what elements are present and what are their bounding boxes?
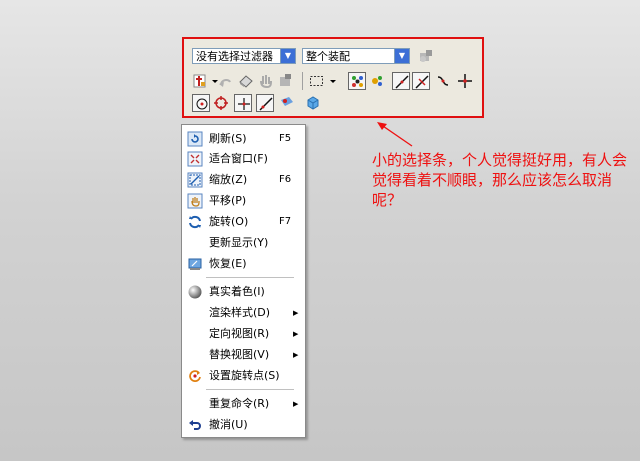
hand-pick-icon[interactable]	[257, 72, 275, 90]
menu-item-pan[interactable]: 平移(P)	[182, 192, 305, 210]
submenu-arrow-icon: ▶	[293, 330, 299, 338]
rotation-point-icon	[187, 368, 203, 384]
menu-item-update-display[interactable]: 更新显示(Y)	[182, 234, 305, 252]
chevron-down-icon[interactable]	[206, 72, 218, 90]
zoom-icon	[187, 172, 203, 188]
menu-item-set-rotation-point[interactable]: 设置旋转点(S)	[182, 367, 305, 385]
existing-point-snap-icon[interactable]	[234, 94, 252, 112]
menu-item-refresh[interactable]: 刷新(S) F5	[182, 130, 305, 148]
quadrant-snap-icon[interactable]	[212, 94, 230, 112]
select-all-points-icon[interactable]	[348, 72, 366, 90]
arc-center-snap-icon[interactable]	[192, 94, 210, 112]
menu-item-restore[interactable]: 恢复(E)	[182, 255, 305, 273]
menu-item-zoom[interactable]: 缩放(Z) F6	[182, 171, 305, 189]
menu-item-orient-view[interactable]: 定向视图(R) ▶	[182, 325, 305, 343]
shading-sphere-icon	[187, 284, 203, 300]
undo-icon	[187, 417, 203, 433]
menu-separator	[206, 389, 294, 390]
midpoint-snap-icon[interactable]	[412, 72, 430, 90]
annotation-text: 小的选择条，个人觉得挺好用，有人会觉得看着不顺眼，那么应该怎么取消呢？	[372, 151, 628, 209]
menu-item-undo[interactable]: 撤消(U)	[182, 416, 305, 434]
cube-icon[interactable]	[304, 94, 322, 112]
line-snap-icon[interactable]	[392, 72, 410, 90]
chevron-down-icon[interactable]	[324, 72, 336, 90]
gear-feature-icon[interactable]	[277, 72, 295, 90]
intersection-snap-icon[interactable]	[456, 72, 474, 90]
assembly-dropdown[interactable]: 整个装配 ▼	[302, 48, 410, 64]
assembly-dropdown-value: 整个装配	[306, 50, 350, 63]
menu-item-replace-view[interactable]: 替换视图(V) ▶	[182, 346, 305, 364]
point-snap-icon[interactable]	[368, 72, 386, 90]
menu-item-render-style[interactable]: 渲染样式(D) ▶	[182, 304, 305, 322]
chevron-down-icon[interactable]: ▼	[394, 49, 409, 63]
refresh-icon	[187, 131, 203, 147]
assembly-tool-icon[interactable]	[417, 47, 435, 65]
rotate-icon	[187, 214, 203, 230]
selection-toolbar: 没有选择过滤器 ▼ 整个装配 ▼	[182, 37, 484, 118]
menu-item-fit-window[interactable]: 适合窗口(F)	[182, 150, 305, 168]
fit-window-icon	[187, 151, 203, 167]
menu-item-rotate[interactable]: 旋转(O) F7	[182, 213, 305, 231]
filter-dropdown-value: 没有选择过滤器	[196, 50, 273, 63]
eraser-icon[interactable]	[237, 72, 255, 90]
submenu-arrow-icon: ▶	[293, 309, 299, 317]
submenu-arrow-icon: ▶	[293, 400, 299, 408]
restore-icon	[187, 256, 203, 272]
view-context-menu: 刷新(S) F5 适合窗口(F) 缩放(Z) F6 平移(P) 旋转(O) F7…	[181, 124, 306, 438]
menu-item-true-shading[interactable]: 真实着色(I)	[182, 283, 305, 301]
curve-arrow-icon[interactable]	[217, 73, 235, 91]
toolbar-divider	[302, 72, 303, 90]
point-on-curve-snap-icon[interactable]	[256, 94, 274, 112]
pan-icon	[187, 193, 203, 209]
chevron-down-icon[interactable]: ▼	[280, 49, 295, 63]
curve-point-icon[interactable]	[434, 72, 452, 90]
menu-separator	[206, 277, 294, 278]
surface-point-icon[interactable]	[278, 94, 296, 112]
submenu-arrow-icon: ▶	[293, 351, 299, 359]
menu-item-repeat-command[interactable]: 重复命令(R) ▶	[182, 395, 305, 413]
filter-dropdown[interactable]: 没有选择过滤器 ▼	[192, 48, 296, 64]
